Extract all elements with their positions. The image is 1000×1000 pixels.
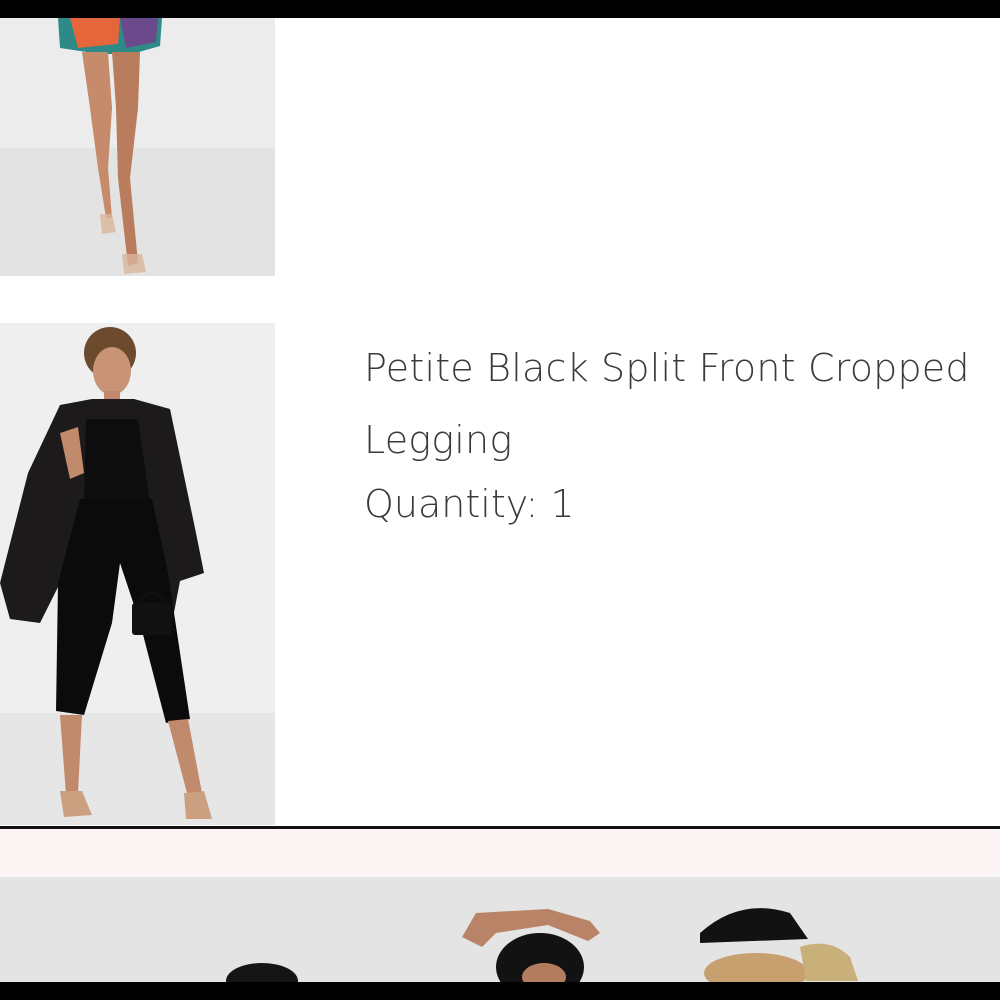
- promo-banner-image[interactable]: [0, 877, 1000, 982]
- bottom-bar: [0, 982, 1000, 1000]
- product-quantity: Quantity: 1: [364, 482, 575, 526]
- product-info: Petite Black Split Front Cropped Legging…: [364, 332, 974, 532]
- section-spacer: [0, 829, 1000, 877]
- top-bar: [0, 0, 1000, 18]
- order-summary-screen: Petite Black Split Front Cropped Legging…: [0, 0, 1000, 1000]
- product-image-2[interactable]: [0, 323, 275, 825]
- product-image-1[interactable]: [0, 18, 275, 276]
- product-name[interactable]: Petite Black Split Front Cropped Legging: [364, 332, 974, 476]
